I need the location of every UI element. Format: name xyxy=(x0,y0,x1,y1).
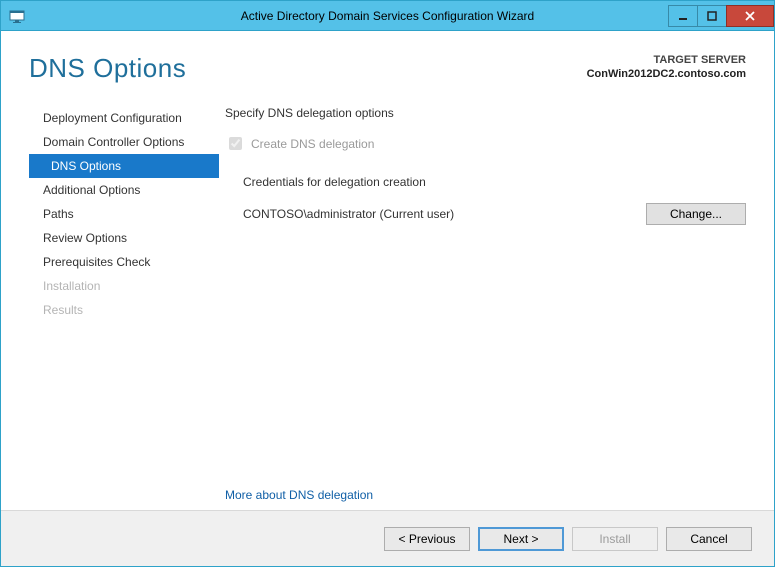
sidebar-item-results: Results xyxy=(29,298,219,322)
sidebar: Deployment Configuration Domain Controll… xyxy=(29,100,219,510)
target-server-label: TARGET SERVER xyxy=(587,53,746,67)
credentials-heading: Credentials for delegation creation xyxy=(243,175,746,189)
sidebar-item-prerequisites-check[interactable]: Prerequisites Check xyxy=(29,250,219,274)
close-button[interactable] xyxy=(726,5,774,27)
create-dns-delegation-label: Create DNS delegation xyxy=(251,137,374,151)
window-title: Active Directory Domain Services Configu… xyxy=(1,9,774,23)
sidebar-item-dns-options[interactable]: DNS Options xyxy=(29,154,219,178)
minimize-button[interactable] xyxy=(668,5,698,27)
content-heading: Specify DNS delegation options xyxy=(225,106,746,120)
next-button[interactable]: Next > xyxy=(478,527,564,551)
more-about-link[interactable]: More about DNS delegation xyxy=(225,488,373,502)
sidebar-item-review-options[interactable]: Review Options xyxy=(29,226,219,250)
target-server-value: ConWin2012DC2.contoso.com xyxy=(587,67,746,81)
sidebar-item-additional-options[interactable]: Additional Options xyxy=(29,178,219,202)
install-button: Install xyxy=(572,527,658,551)
window-buttons xyxy=(669,5,774,27)
cancel-button[interactable]: Cancel xyxy=(666,527,752,551)
previous-button[interactable]: < Previous xyxy=(384,527,470,551)
credentials-value: CONTOSO\administrator (Current user) xyxy=(243,207,454,221)
sidebar-item-installation: Installation xyxy=(29,274,219,298)
wizard-body: DNS Options TARGET SERVER ConWin2012DC2.… xyxy=(1,31,774,566)
app-icon xyxy=(7,6,27,26)
sidebar-item-deployment-configuration[interactable]: Deployment Configuration xyxy=(29,106,219,130)
maximize-button[interactable] xyxy=(697,5,727,27)
content-panel: Specify DNS delegation options Create DN… xyxy=(219,100,746,510)
change-button[interactable]: Change... xyxy=(646,203,746,225)
main-area: Deployment Configuration Domain Controll… xyxy=(1,90,774,510)
wizard-window: Active Directory Domain Services Configu… xyxy=(0,0,775,567)
page-title: DNS Options xyxy=(29,53,186,84)
target-server-block: TARGET SERVER ConWin2012DC2.contoso.com xyxy=(587,53,746,82)
create-dns-delegation-row: Create DNS delegation xyxy=(225,134,746,153)
header-area: DNS Options TARGET SERVER ConWin2012DC2.… xyxy=(1,31,774,90)
create-dns-delegation-checkbox xyxy=(229,137,242,150)
sidebar-item-paths[interactable]: Paths xyxy=(29,202,219,226)
credentials-row: CONTOSO\administrator (Current user) Cha… xyxy=(243,203,746,225)
titlebar: Active Directory Domain Services Configu… xyxy=(1,1,774,31)
footer: < Previous Next > Install Cancel xyxy=(1,510,774,566)
sidebar-item-domain-controller-options[interactable]: Domain Controller Options xyxy=(29,130,219,154)
